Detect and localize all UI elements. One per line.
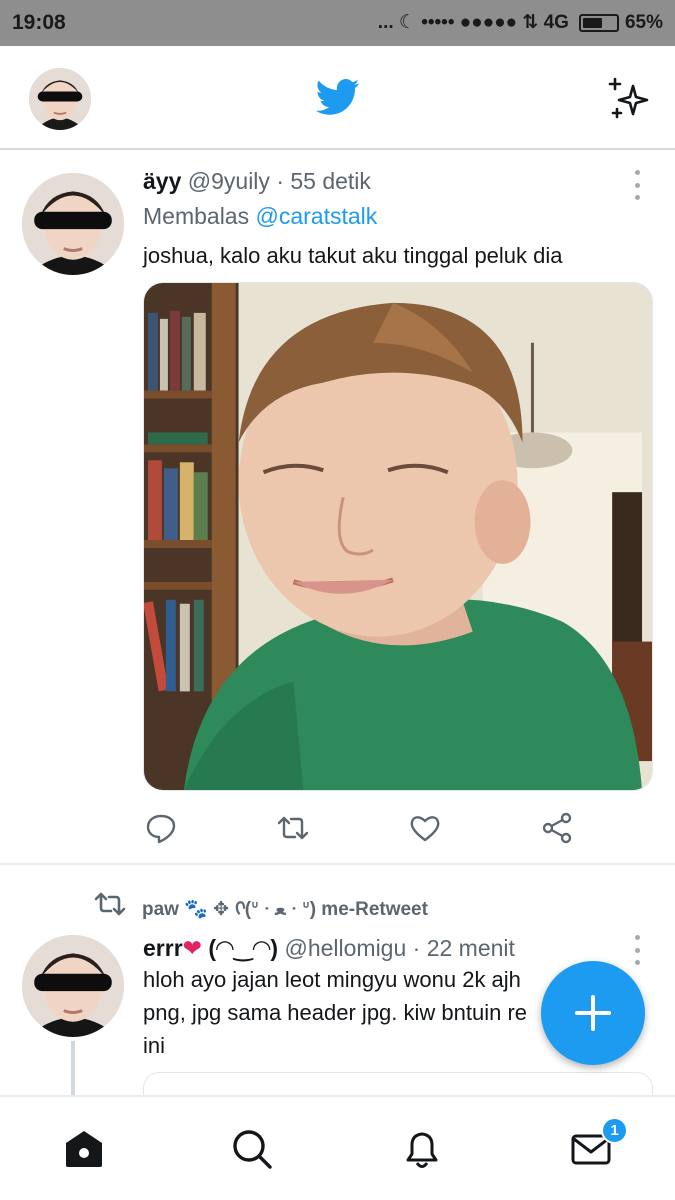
tweet-photo[interactable] [143,282,653,791]
replying-to: Membalas @caratstalk [143,203,377,230]
tweet-author-avatar[interactable] [22,173,124,275]
tweet-text-line: hloh ayo jajan leot mingyu wonu 2k ajh [143,967,521,992]
notifications-icon[interactable] [400,1127,444,1171]
thread-connector [71,1041,75,1101]
search-icon[interactable] [230,1127,274,1171]
plus-icon [575,995,611,1031]
compose-tweet-button[interactable] [541,961,645,1065]
tweet-header: errr❤ (◠‿◠) @hellomigu · 22 menit [143,935,515,962]
retweet-indicator-icon [94,892,126,916]
reply-icon[interactable] [145,812,177,844]
tweet[interactable]: äyy @9yuily · 55 detik Membalas @caratst… [0,152,675,865]
tweet-actions [143,812,583,848]
top-app-bar [0,46,675,150]
tweet-text-line: png, jpg sama header jpg. kiw bntuin re [143,1000,528,1025]
share-icon[interactable] [541,812,573,844]
profile-avatar-button[interactable] [29,68,91,130]
status-bar: 19:08 ... ☾ ••••• ●●●●● ⇅ 4G 65% [0,0,675,46]
like-icon[interactable] [409,812,441,844]
retweeted-by: paw 🐾 ✥ ᢉ(ᐡ ᐧ ﻌ ᐧ ᐡ) me-Retweet [94,887,428,921]
author-name-suffix: (◠‿◠) [208,935,279,961]
author-name[interactable]: äyy [143,168,181,194]
tweet-author-avatar[interactable] [22,935,124,1037]
reply-to-handle[interactable]: @caratstalk [256,203,378,229]
author-name[interactable]: errr [143,935,183,961]
status-icons: ... ☾ ••••• ●●●●● ⇅ 4G [377,12,569,33]
retweet-icon[interactable] [277,812,309,844]
tweet-header: äyy @9yuily · 55 detik [143,168,371,195]
bottom-navigation: 1 [0,1095,675,1200]
status-indicators: ... ☾ ••••• ●●●●● ⇅ 4G 65% [378,11,663,34]
home-icon[interactable] [62,1127,106,1171]
status-time: 19:08 [12,11,66,34]
more-options-icon[interactable] [630,935,644,965]
tweet-text-line: ini [143,1033,166,1058]
author-handle[interactable]: @hellomigu [284,935,406,961]
messages-badge: 1 [601,1117,628,1144]
battery-percent: 65% [624,11,663,33]
reply-label: Membalas [143,203,250,229]
twitter-bird-icon[interactable] [315,79,360,115]
heart-fire-emoji-icon: ❤ [182,935,202,961]
tweet-time: · 55 detik [276,168,371,194]
sparkle-icon[interactable] [606,76,652,122]
retweeted-by-text[interactable]: paw 🐾 ✥ ᢉ(ᐡ ᐧ ﻌ ᐧ ᐡ) me-Retweet [142,887,428,921]
battery-icon [578,13,619,32]
author-handle[interactable]: @9yuily [188,168,270,194]
more-options-icon[interactable] [630,170,644,200]
tweet-time: · 22 menit [412,935,515,961]
tweet-text: joshua, kalo aku takut aku tinggal peluk… [143,243,563,268]
